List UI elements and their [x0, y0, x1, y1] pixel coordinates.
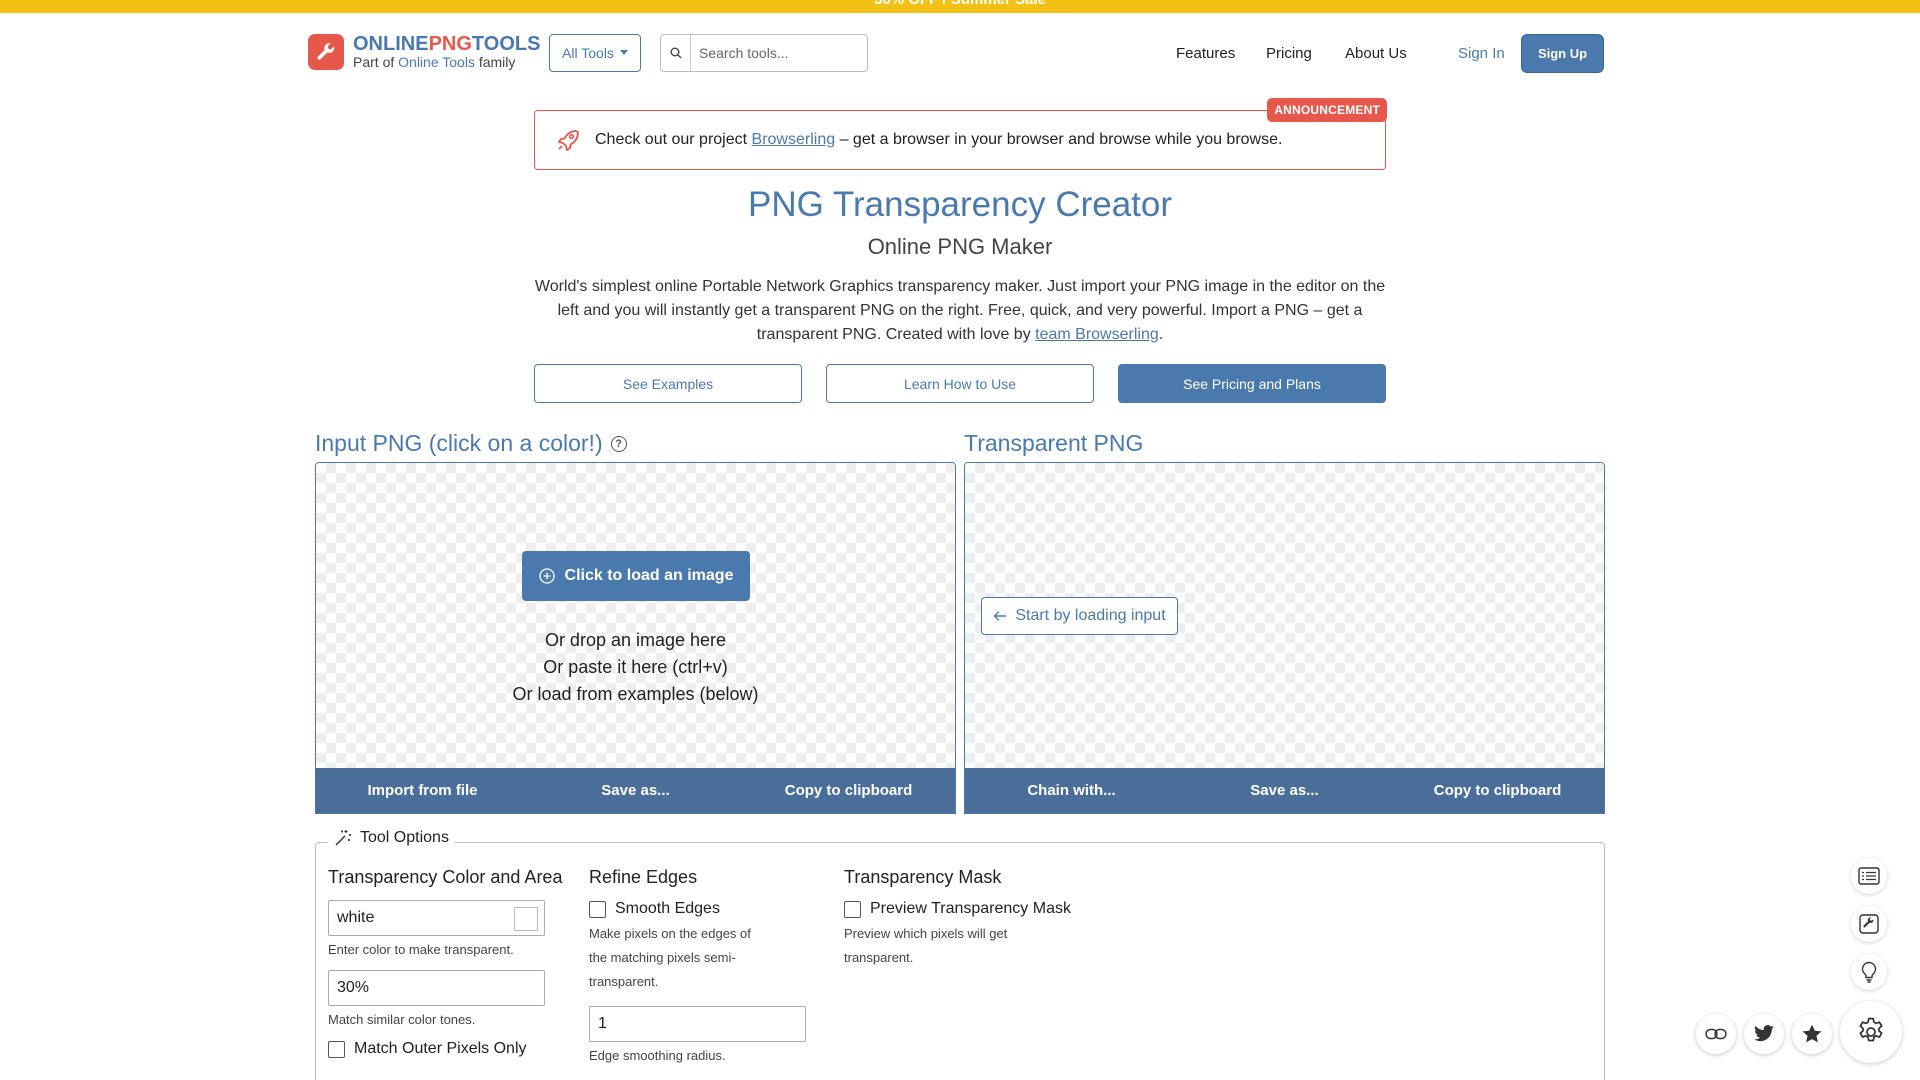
nav-features[interactable]: Features: [1176, 45, 1235, 62]
sign-up-button[interactable]: Sign Up: [1521, 34, 1604, 73]
logo-subtitle: Part of Online Tools family: [353, 54, 516, 71]
star-icon[interactable]: [1792, 1014, 1832, 1054]
preview-mask-hint: Preview which pixels will get transparen…: [844, 926, 1008, 965]
transparency-mask-heading: Transparency Mask: [844, 867, 1002, 887]
preview-mask-option[interactable]: Preview Transparency Mask: [844, 900, 1071, 918]
input-panel: Click to load an image Or drop an image …: [315, 462, 956, 814]
page-subtitle: Online PNG Maker: [867, 234, 1053, 259]
color-swatch[interactable]: [514, 907, 538, 931]
options-col-mask: Transparency Mask Preview Transparency M…: [844, 867, 1071, 970]
smooth-edges-hint: Make pixels on the edges of the matching…: [589, 926, 751, 989]
announcement-tag: ANNOUNCEMENT: [1267, 98, 1387, 122]
input-toolbar: Import from file Save as... Copy to clip…: [316, 768, 955, 813]
color-hint: Enter color to make transparent.: [328, 942, 514, 957]
caret-down-icon: [619, 50, 628, 55]
match-outer-checkbox[interactable]: [328, 1040, 345, 1058]
plus-circle-icon: [538, 568, 555, 584]
magic-wand-icon: [335, 830, 351, 846]
import-from-file-button[interactable]: Import from file: [316, 782, 529, 799]
lightbulb-icon[interactable]: [1851, 954, 1887, 990]
site-header: ONLINEPNGTOOLS Part of Online Tools fami…: [0, 13, 1920, 93]
output-panel-title: Transparent PNG: [964, 430, 1144, 456]
browserling-link[interactable]: Browserling: [752, 131, 836, 148]
search-box: [660, 34, 868, 72]
input-canvas[interactable]: Click to load an image Or drop an image …: [316, 463, 955, 770]
output-panel: Start by loading input Chain with... Sav…: [964, 462, 1605, 814]
wrench-icon: [308, 34, 344, 70]
output-copy-button[interactable]: Copy to clipboard: [1391, 782, 1604, 799]
output-canvas: Start by loading input: [965, 463, 1604, 770]
announcement-text: Check out our project Browserling – get …: [595, 131, 1283, 148]
learn-how-button[interactable]: Learn How to Use: [826, 364, 1094, 403]
search-input[interactable]: [691, 35, 861, 71]
options-col-color: Transparency Color and Area white Enter …: [328, 867, 562, 1058]
promo-text: 30% OFF / Summer Sale: [874, 0, 1046, 8]
nav-pricing[interactable]: Pricing: [1266, 45, 1312, 62]
tool-options: Tool Options Transparency Color and Area…: [315, 829, 1605, 1080]
list-icon[interactable]: [1851, 858, 1887, 894]
drop-instructions: Or drop an image here Or paste it here (…: [512, 630, 759, 704]
options-col-edges: Refine Edges Smooth Edges Make pixels on…: [589, 867, 806, 1076]
logo-name: ONLINEPNGTOOLS: [353, 33, 541, 56]
smooth-edges-checkbox[interactable]: [589, 900, 606, 918]
input-copy-button[interactable]: Copy to clipboard: [742, 782, 955, 799]
all-tools-label: All Tools: [562, 45, 614, 61]
preview-mask-checkbox[interactable]: [844, 900, 861, 918]
see-pricing-button[interactable]: See Pricing and Plans: [1118, 364, 1386, 403]
sign-in-link[interactable]: Sign In: [1458, 45, 1505, 62]
nav-about-us[interactable]: About Us: [1345, 45, 1407, 62]
see-examples-button[interactable]: See Examples: [534, 364, 802, 403]
search-icon: [661, 35, 691, 71]
link-icon[interactable]: [1696, 1014, 1736, 1054]
twitter-icon[interactable]: [1744, 1014, 1784, 1054]
help-icon[interactable]: ?: [610, 435, 627, 452]
team-browserling-link[interactable]: team Browserling: [1035, 326, 1159, 343]
announcement-banner: Check out our project Browserling – get …: [534, 98, 1387, 170]
arrow-left-icon: [993, 611, 1007, 621]
site-logo[interactable]: ONLINEPNGTOOLS Part of Online Tools fami…: [308, 34, 540, 70]
refine-edges-heading: Refine Edges: [589, 867, 698, 887]
radius-hint: Edge smoothing radius.: [589, 1048, 726, 1063]
output-toolbar: Chain with... Save as... Copy to clipboa…: [965, 768, 1604, 813]
online-tools-link[interactable]: Online Tools: [398, 54, 475, 70]
input-save-as-button[interactable]: Save as...: [529, 782, 742, 799]
page-description: World's simplest online Portable Network…: [534, 278, 1386, 343]
chain-with-button[interactable]: Chain with...: [965, 782, 1178, 799]
edge-radius-input[interactable]: 1: [589, 1006, 806, 1042]
tone-hint: Match similar color tones.: [328, 1012, 476, 1027]
logo-text: ONLINEPNGTOOLS Part of Online Tools fami…: [353, 34, 540, 70]
rocket-icon: [553, 125, 583, 155]
color-area-heading: Transparency Color and Area: [328, 867, 563, 887]
tool-options-legend: Tool Options: [328, 829, 455, 847]
tone-similarity-input[interactable]: 30%: [328, 970, 545, 1006]
match-outer-pixels-option[interactable]: Match Outer Pixels Only: [328, 1040, 562, 1058]
smooth-edges-option[interactable]: Smooth Edges: [589, 900, 806, 918]
page-title: PNG Transparency Creator: [747, 185, 1173, 224]
gear-icon[interactable]: [1840, 1001, 1902, 1063]
tools-icon[interactable]: [1851, 906, 1887, 942]
promo-bar[interactable]: 30% OFF / Summer Sale: [0, 0, 1920, 13]
input-panel-title: Input PNG (click on a color!) ?: [315, 430, 627, 457]
load-image-button[interactable]: Click to load an image: [522, 551, 750, 601]
output-save-as-button[interactable]: Save as...: [1178, 782, 1391, 799]
all-tools-dropdown[interactable]: All Tools: [549, 34, 641, 72]
start-loading-button[interactable]: Start by loading input: [981, 597, 1178, 635]
transparency-color-input[interactable]: white: [328, 900, 545, 936]
